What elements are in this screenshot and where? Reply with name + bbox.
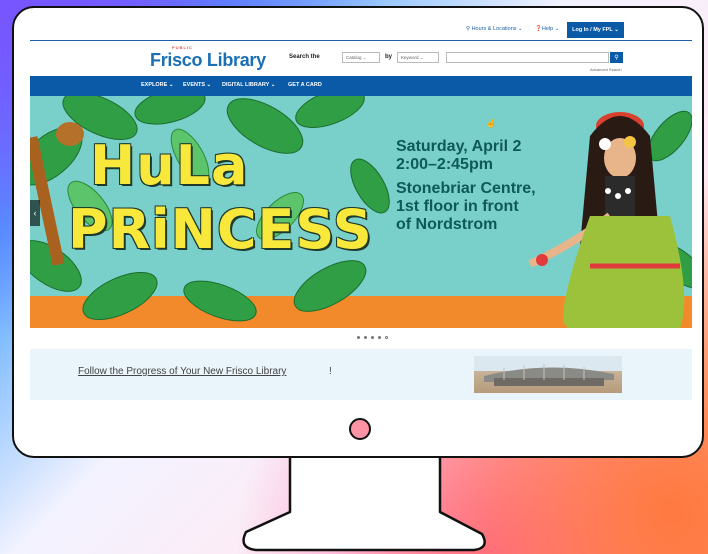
main-nav: EXPLORE ⌄ EVENTS ⌄ DIGITAL LIBRARY ⌄ GET… xyxy=(30,76,692,96)
search-icon: ⚲ xyxy=(614,55,619,61)
nav-get-a-card[interactable]: GET A CARD xyxy=(288,82,322,88)
nav-digital-library[interactable]: DIGITAL LIBRARY ⌄ xyxy=(222,82,275,88)
catalog-select[interactable]: Catalog ⌄ xyxy=(342,52,380,63)
by-label: by xyxy=(385,54,393,60)
nav-explore[interactable]: EXPLORE ⌄ xyxy=(141,82,173,88)
promo-exclamation: ! xyxy=(329,366,332,377)
search-input[interactable] xyxy=(446,52,609,63)
event-location-2: 1st floor in front xyxy=(396,198,519,215)
carousel-dot[interactable] xyxy=(371,336,374,339)
chevron-down-icon: ⌄ xyxy=(419,55,424,60)
carousel-dots xyxy=(357,336,388,339)
chevron-down-icon: ⌄ xyxy=(554,26,560,32)
carousel-dot[interactable] xyxy=(378,336,381,339)
advanced-search-link[interactable]: Advanced Search xyxy=(590,67,622,72)
event-location-3: of Nordstrom xyxy=(396,216,498,233)
event-location-1: Stonebriar Centre, xyxy=(396,180,536,197)
power-button xyxy=(349,418,371,440)
event-time: 2:00–2:45pm xyxy=(396,156,493,173)
mouse-cursor-icon: ☝ xyxy=(486,119,496,128)
chevron-down-icon: ⌄ xyxy=(614,27,619,33)
nav-events[interactable]: EVENTS ⌄ xyxy=(183,82,211,88)
carousel-dot[interactable] xyxy=(357,336,360,339)
carousel-dot-active[interactable] xyxy=(385,336,388,339)
chevron-down-icon: ⌄ xyxy=(362,55,367,60)
chevron-left-icon: ‹ xyxy=(33,208,37,218)
site-logo[interactable]: Frisco Library xyxy=(150,50,266,71)
chevron-down-icon: ⌄ xyxy=(518,26,523,32)
carousel-dot[interactable] xyxy=(364,336,367,339)
building-render xyxy=(484,364,614,386)
promo-section: Follow the Progress of Your New Frisco L… xyxy=(30,349,692,400)
hours-locations-link[interactable]: ⚲ Hours & Locations ⌄ xyxy=(466,26,523,32)
search-button[interactable]: ⚲ xyxy=(610,52,623,63)
browser-screen: ⚲ Hours & Locations ⌄ ❓Help ⌄ Log In / M… xyxy=(30,20,692,400)
help-icon: ❓ xyxy=(535,26,542,32)
hero-title-hula: HuLa xyxy=(90,134,249,197)
keyword-select[interactable]: Keyword ⌄ xyxy=(397,52,439,63)
utility-bar: ⚲ Hours & Locations ⌄ ❓Help ⌄ Log In / M… xyxy=(30,20,692,41)
hero-banner[interactable]: HuLa PRiNCESS Saturday, April 2 2:00–2:4… xyxy=(30,96,692,328)
event-date: Saturday, April 2 xyxy=(396,138,522,155)
library-building-image[interactable] xyxy=(474,356,622,393)
promo-link[interactable]: Follow the Progress of Your New Frisco L… xyxy=(78,366,286,377)
hero-title-princess: PRiNCESS xyxy=(68,198,373,261)
login-button[interactable]: Log In / My FPL ⌄ xyxy=(567,22,624,38)
search-the-label: Search the xyxy=(289,54,320,60)
help-link[interactable]: ❓Help ⌄ xyxy=(535,26,559,32)
carousel-prev-button[interactable]: ‹ xyxy=(30,200,40,226)
